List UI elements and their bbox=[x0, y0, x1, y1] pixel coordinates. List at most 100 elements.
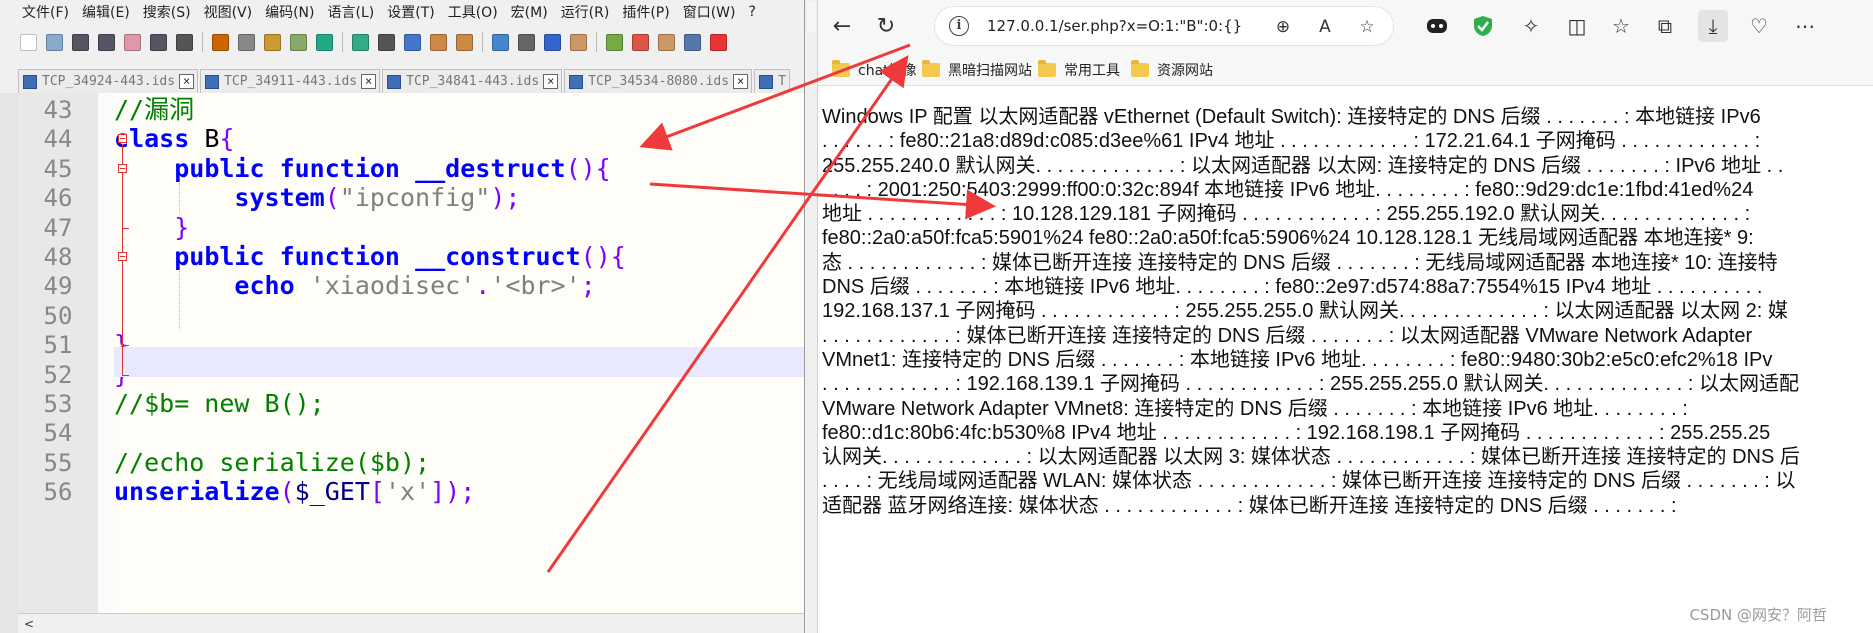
bookmark-label: 黑暗扫描网站 bbox=[948, 63, 1032, 79]
url-text[interactable]: 127.0.0.1/ser.php?x=O:1:"B":0:{} bbox=[987, 17, 1257, 35]
fold-marker[interactable] bbox=[118, 163, 127, 173]
back-arrow-icon[interactable]: ← bbox=[826, 10, 858, 42]
extensions-puzzle-icon[interactable]: ✧ bbox=[1516, 10, 1546, 42]
toolbar-icon[interactable] bbox=[20, 33, 37, 51]
toolbar-icon[interactable] bbox=[238, 33, 255, 51]
toolbar-icon[interactable] bbox=[212, 33, 229, 51]
bookmark-item[interactable]: 资源网站 bbox=[1131, 60, 1213, 80]
toolbar-icon[interactable] bbox=[710, 33, 727, 51]
bookmark-item[interactable]: 黑暗扫描网站 bbox=[922, 60, 1032, 80]
line-number: 43 bbox=[43, 96, 73, 124]
split-screen-icon[interactable]: ◫ bbox=[1562, 10, 1592, 42]
code-line[interactable]: system("ipconfig"); bbox=[114, 183, 520, 213]
browser-toolbar: ← ↻ i 127.0.0.1/ser.php?x=O:1:"B":0:{} ⊕… bbox=[818, 0, 1873, 52]
toolbar-icon[interactable] bbox=[658, 33, 675, 51]
menu-item[interactable]: 插件(P) bbox=[622, 2, 669, 22]
fold-marker[interactable] bbox=[118, 252, 127, 261]
more-icon[interactable]: ⋯ bbox=[1790, 10, 1820, 42]
menu-item[interactable]: 宏(M) bbox=[511, 2, 548, 22]
code-editor[interactable]: 43 44 45 46 47 48 49 50 51 52 53 54 55 56 //漏洞 class B… bbox=[18, 93, 804, 613]
line-number: 50 bbox=[43, 301, 73, 330]
menu-item[interactable]: ? bbox=[749, 4, 756, 20]
menu-item[interactable]: 编辑(E) bbox=[82, 2, 130, 22]
menu-item[interactable]: 文件(F) bbox=[22, 2, 69, 22]
output-line: 192.168.137.1 子网掩码 . . . . . . . . . . .… bbox=[822, 300, 1788, 323]
file-tab[interactable]: TCP_34841-443.ids × bbox=[382, 69, 563, 93]
toolbar-separator bbox=[596, 32, 597, 52]
toolbar-icon[interactable] bbox=[352, 33, 369, 51]
toolbar-icon[interactable] bbox=[124, 33, 141, 51]
page-output: Windows IP 配置 以太网适配器 vEthernet (Default … bbox=[822, 105, 1873, 518]
toolbar-icon[interactable] bbox=[404, 33, 421, 51]
refresh-icon[interactable]: ↻ bbox=[870, 10, 902, 42]
toolbar-separator bbox=[482, 32, 483, 52]
toolbar-icon[interactable] bbox=[684, 33, 701, 51]
scroll-left-arrow[interactable]: < bbox=[24, 617, 34, 631]
toolbar-icon[interactable] bbox=[72, 33, 89, 51]
toolbar-icon[interactable] bbox=[290, 33, 307, 51]
file-tab[interactable]: TCP_34924-443.ids × bbox=[18, 69, 199, 93]
menu-item[interactable]: 视图(V) bbox=[204, 2, 253, 22]
toolbar-icon[interactable] bbox=[150, 33, 167, 51]
fold-margin bbox=[98, 93, 114, 613]
menu-item[interactable]: 窗口(W) bbox=[683, 2, 736, 22]
toolbar-icon[interactable] bbox=[544, 33, 561, 51]
horizontal-scrollbar[interactable]: < bbox=[18, 613, 804, 633]
line-number: 52 bbox=[43, 360, 73, 389]
site-info-icon[interactable]: i bbox=[949, 16, 969, 36]
code-line[interactable]: //echo serialize($b); bbox=[114, 448, 430, 478]
tab-close-icon[interactable]: × bbox=[543, 74, 559, 89]
menu-item[interactable]: 语言(L) bbox=[328, 2, 375, 22]
splitter-handle[interactable] bbox=[807, 2, 816, 32]
toolbar-icon[interactable] bbox=[632, 33, 649, 51]
bookmark-item[interactable]: chat镜像 bbox=[832, 60, 917, 80]
code-line[interactable]: public function __destruct(){ bbox=[114, 154, 611, 184]
tab-close-icon[interactable]: × bbox=[179, 74, 195, 89]
code-token: unserialize bbox=[114, 477, 280, 507]
menu-item[interactable]: 编码(N) bbox=[265, 2, 314, 22]
toolbar-icon[interactable] bbox=[430, 33, 447, 51]
toolbar-icon[interactable] bbox=[98, 33, 115, 51]
line-number: 55 bbox=[43, 448, 73, 477]
toolbar-icon[interactable] bbox=[378, 33, 395, 51]
file-tab[interactable]: TCP_34911-443.ids × bbox=[200, 69, 381, 93]
file-tab[interactable]: T bbox=[754, 69, 790, 93]
fold-marker[interactable] bbox=[118, 134, 127, 144]
code-line[interactable]: class B{ bbox=[114, 124, 234, 154]
tab-close-icon[interactable]: × bbox=[361, 74, 377, 89]
toolbar-icon[interactable] bbox=[46, 33, 63, 51]
collections-icon[interactable]: ⧉ bbox=[1650, 10, 1680, 42]
toolbar-icon[interactable] bbox=[518, 33, 535, 51]
toolbar-icon[interactable] bbox=[456, 33, 473, 51]
toolbar-icon[interactable] bbox=[264, 33, 281, 51]
toolbar-icon[interactable] bbox=[606, 33, 623, 51]
code-line[interactable]: echo 'xiaodisec'.'<br>'; bbox=[114, 271, 595, 301]
favorite-star-icon[interactable]: ☆ bbox=[1355, 15, 1379, 39]
zoom-icon[interactable]: ⊕ bbox=[1271, 15, 1295, 39]
toolbar-icon[interactable] bbox=[570, 33, 587, 51]
toolbar-icon[interactable] bbox=[176, 33, 193, 51]
toolbar-icon[interactable] bbox=[316, 33, 333, 51]
performance-heart-icon[interactable]: ♡ bbox=[1744, 10, 1774, 42]
bookmark-item[interactable]: 常用工具 bbox=[1038, 60, 1120, 80]
menu-item[interactable]: 设置(T) bbox=[387, 2, 434, 22]
file-tab[interactable]: TCP_34534-8080.ids × bbox=[564, 69, 753, 93]
window-splitter[interactable] bbox=[805, 0, 818, 633]
toolbar-icon[interactable] bbox=[492, 33, 509, 51]
address-bar[interactable]: i 127.0.0.1/ser.php?x=O:1:"B":0:{} ⊕ A ☆ bbox=[934, 6, 1394, 46]
menu-item[interactable]: 搜索(S) bbox=[143, 2, 191, 22]
code-token: (){ bbox=[565, 153, 611, 183]
read-aloud-icon[interactable]: A bbox=[1313, 15, 1337, 39]
shield-check-icon[interactable] bbox=[1468, 10, 1498, 42]
code-line[interactable]: //漏洞 bbox=[114, 95, 194, 125]
code-line[interactable]: public function __construct(){ bbox=[114, 242, 626, 272]
code-line[interactable]: unserialize($_GET['x']); bbox=[114, 477, 475, 507]
code-line[interactable]: //$b= new B(); bbox=[114, 389, 325, 419]
extension-game-icon[interactable] bbox=[1422, 10, 1452, 42]
tab-close-icon[interactable]: × bbox=[733, 74, 749, 89]
download-icon[interactable]: ⤓ bbox=[1698, 10, 1728, 42]
favorites-list-icon[interactable]: ☆ bbox=[1606, 10, 1636, 42]
menu-item[interactable]: 运行(R) bbox=[561, 2, 610, 22]
menu-item[interactable]: 工具(O) bbox=[448, 2, 498, 22]
